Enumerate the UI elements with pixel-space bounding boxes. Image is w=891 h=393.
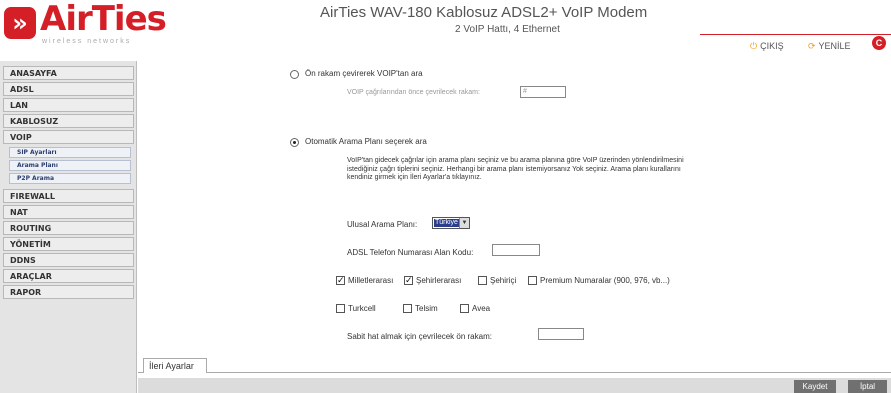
- sidebar-item-nat[interactable]: NAT: [3, 205, 134, 219]
- header: » AirTies wireless networks AirTies WAV-…: [0, 0, 891, 57]
- power-icon: ⏻: [750, 41, 758, 51]
- sidebar-item-firewall[interactable]: FIREWALL: [3, 189, 134, 203]
- sidebar-item-adsl[interactable]: ADSL: [3, 82, 134, 96]
- avea-checkbox[interactable]: [460, 304, 469, 313]
- sidebar-item-ddns[interactable]: DDNS: [3, 253, 134, 267]
- prefix-input[interactable]: #: [520, 86, 566, 98]
- local-checkbox[interactable]: [478, 276, 487, 285]
- action-bar: [138, 378, 891, 393]
- tab-divider: [138, 372, 891, 373]
- option-auto-plan-radio[interactable]: [290, 138, 299, 147]
- sidebar-subitem-arama-plani[interactable]: Arama Planı: [9, 160, 131, 171]
- sidebar-item-routing[interactable]: ROUTING: [3, 221, 134, 235]
- airties-logo: » AirTies wireless networks: [4, 0, 169, 49]
- sidebar-item-voip[interactable]: VOIP: [3, 130, 134, 144]
- plan-description: VoIP'tan gidecek çağrılar için arama pla…: [347, 157, 684, 181]
- local-label: Şehiriçi: [490, 276, 517, 285]
- avea-label: Avea: [472, 304, 491, 313]
- plan-select-value: Türkiye: [434, 219, 459, 227]
- sidebar-item-rapor[interactable]: RAPOR: [3, 285, 134, 299]
- sidebar-item-yonetim[interactable]: YÖNETİM: [3, 237, 134, 251]
- exit-label: ÇIKIŞ: [760, 41, 784, 51]
- option-prefix-label: Ön rakam çevirerek VOIP'tan ara: [305, 69, 423, 78]
- page-subtitle: 2 VoIP Hattı, 4 Ethernet: [455, 24, 560, 35]
- international-checkbox[interactable]: ✓: [336, 276, 345, 285]
- premium-label: Premium Numaralar (900, 976, vb...): [540, 276, 670, 285]
- landline-prefix-input[interactable]: [538, 328, 584, 340]
- intercity-checkbox[interactable]: ✓: [404, 276, 413, 285]
- save-button[interactable]: Kaydet: [794, 380, 836, 393]
- sidebar-subitem-sip[interactable]: SIP Ayarları: [9, 147, 131, 158]
- turkcell-checkbox[interactable]: [336, 304, 345, 313]
- cancel-button[interactable]: İptal: [848, 380, 887, 393]
- premium-checkbox[interactable]: [528, 276, 537, 285]
- exit-button[interactable]: ⏻ ÇIKIŞ: [750, 41, 784, 52]
- prefix-field-label: VOIP çağrılarından önce çevrilecek rakam…: [347, 89, 480, 96]
- sidebar: ANASAYFA ADSL LAN KABLOSUZ VOIP SIP Ayar…: [0, 61, 137, 393]
- header-divider: [700, 34, 891, 35]
- option-auto-plan-label: Otomatik Arama Planı seçerek ara: [305, 137, 427, 146]
- tab-advanced-settings[interactable]: İleri Ayarlar: [143, 358, 207, 373]
- plan-select[interactable]: Türkiye ▼: [432, 217, 470, 229]
- international-label: Milletlerarası: [348, 276, 394, 285]
- telsim-checkbox[interactable]: [403, 304, 412, 313]
- option-prefix-radio[interactable]: [290, 70, 299, 79]
- page-title: AirTies WAV-180 Kablosuz ADSL2+ VoIP Mod…: [320, 4, 648, 21]
- sidebar-subitem-p2p[interactable]: P2P Arama: [9, 173, 131, 184]
- logo-mark-icon: »: [4, 7, 36, 39]
- logo-tagline: wireless networks: [42, 38, 132, 45]
- refresh-button[interactable]: ⟳ YENİLE: [808, 41, 851, 52]
- telsim-label: Telsim: [415, 304, 438, 313]
- refresh-icon: ⟳: [808, 41, 816, 51]
- landline-prefix-label: Sabit hat almak için çevrilecek ön rakam…: [347, 332, 492, 341]
- intercity-label: Şehirlerarası: [416, 276, 462, 285]
- sidebar-item-araclar[interactable]: ARAÇLAR: [3, 269, 134, 283]
- area-code-label: ADSL Telefon Numarası Alan Kodu:: [347, 248, 474, 257]
- sidebar-item-kablosuz[interactable]: KABLOSUZ: [3, 114, 134, 128]
- sidebar-item-lan[interactable]: LAN: [3, 98, 134, 112]
- close-icon[interactable]: C: [872, 36, 886, 50]
- plan-label: Ulusal Arama Planı:: [347, 220, 418, 229]
- main-content: [138, 61, 891, 378]
- refresh-label: YENİLE: [818, 41, 851, 51]
- sidebar-item-anasayfa[interactable]: ANASAYFA: [3, 66, 134, 80]
- chevron-down-icon: ▼: [459, 218, 469, 228]
- logo-text: AirTies: [40, 0, 167, 39]
- area-code-input[interactable]: [492, 244, 540, 256]
- turkcell-label: Turkcell: [348, 304, 376, 313]
